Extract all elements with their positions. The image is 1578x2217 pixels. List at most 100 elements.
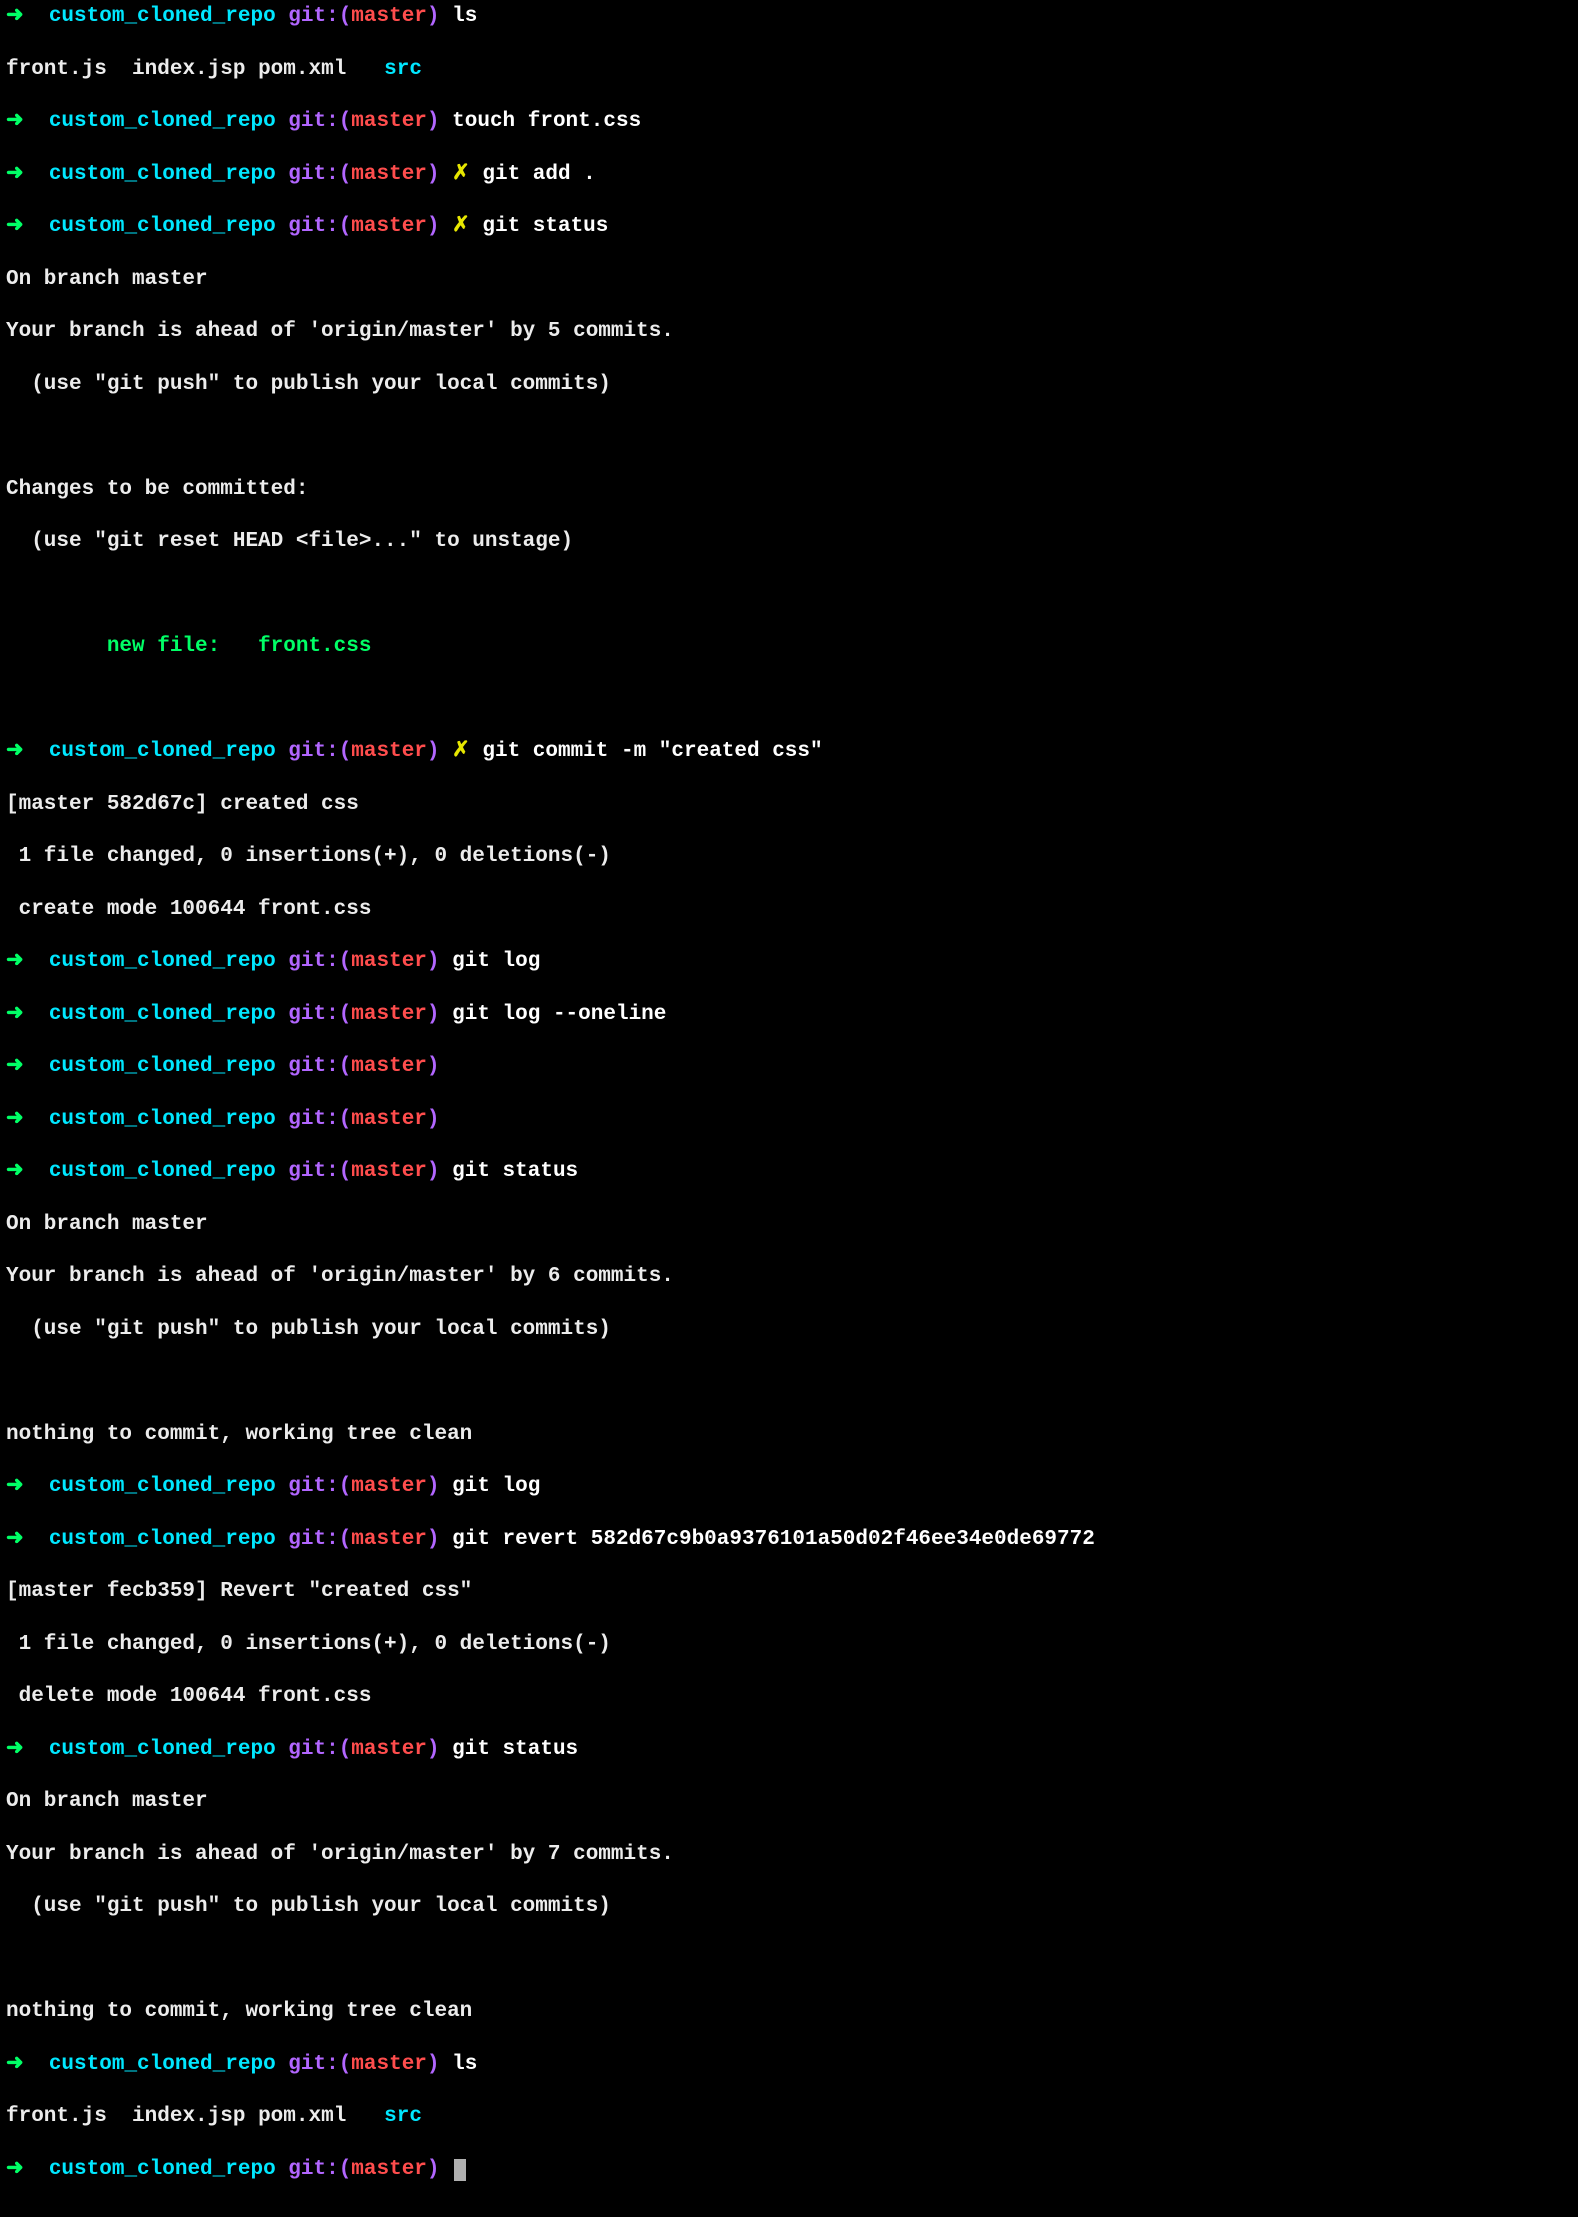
- dirty-flag-icon: ✗: [452, 215, 470, 238]
- git-label-close: ): [427, 740, 440, 763]
- git-branch: master: [351, 2158, 427, 2181]
- prompt-line: ➜ custom_cloned_repo git:(master) touch …: [6, 109, 1572, 135]
- prompt-dir: custom_cloned_repo: [49, 1528, 276, 1551]
- prompt-arrow-icon: ➜: [6, 5, 24, 28]
- command-text: git add .: [482, 163, 595, 186]
- git-label: git:(: [288, 5, 351, 28]
- prompt-dir: custom_cloned_repo: [49, 2158, 276, 2181]
- git-branch: master: [351, 740, 427, 763]
- git-label-close: ): [427, 1055, 440, 1078]
- output-line: Your branch is ahead of 'origin/master' …: [6, 319, 1572, 345]
- git-label-close: ): [427, 950, 440, 973]
- git-label-close: ): [427, 215, 440, 238]
- prompt-dir: custom_cloned_repo: [49, 215, 276, 238]
- ls-file: front.js: [6, 58, 107, 81]
- output-line: (use "git push" to publish your local co…: [6, 1317, 1572, 1343]
- prompt-line: ➜ custom_cloned_repo git:(master) git lo…: [6, 1002, 1572, 1028]
- git-label: git:(: [288, 1003, 351, 1026]
- output-text: Your branch is ahead of 'origin/master' …: [6, 320, 674, 343]
- output-text: 1 file changed, 0 insertions(+), 0 delet…: [6, 845, 611, 868]
- command-text: ls: [452, 2053, 477, 2076]
- prompt-arrow-icon: ➜: [6, 215, 24, 238]
- git-label: git:(: [288, 950, 351, 973]
- git-branch: master: [351, 1108, 427, 1131]
- prompt-dir: custom_cloned_repo: [49, 1475, 276, 1498]
- output-text: Your branch is ahead of 'origin/master' …: [6, 1843, 674, 1866]
- output-text: [master fecb359] Revert "created css": [6, 1580, 472, 1603]
- output-text: (use "git push" to publish your local co…: [6, 373, 611, 396]
- output-line: Your branch is ahead of 'origin/master' …: [6, 1264, 1572, 1290]
- output-line: [master fecb359] Revert "created css": [6, 1579, 1572, 1605]
- ls-output-line: front.js index.jsp pom.xml src: [6, 2104, 1572, 2130]
- output-text: On branch master: [6, 1213, 208, 1236]
- blank-line: [6, 687, 1572, 713]
- prompt-line: ➜ custom_cloned_repo git:(master): [6, 1107, 1572, 1133]
- ls-file: index.jsp: [132, 58, 245, 81]
- prompt-arrow-icon: ➜: [6, 1055, 24, 1078]
- output-text: Your branch is ahead of 'origin/master' …: [6, 1265, 674, 1288]
- prompt-dir: custom_cloned_repo: [49, 1108, 276, 1131]
- command-text: git status: [452, 1738, 578, 1761]
- git-label: git:(: [288, 740, 351, 763]
- git-branch: master: [351, 2053, 427, 2076]
- command-text: touch front.css: [452, 110, 641, 133]
- ls-dir: src: [384, 58, 422, 81]
- command-text: git log: [452, 1475, 540, 1498]
- git-branch: master: [351, 5, 427, 28]
- blank-line: [6, 1947, 1572, 1973]
- prompt-line: ➜ custom_cloned_repo git:(master) ls: [6, 4, 1572, 30]
- prompt-line: ➜ custom_cloned_repo git:(master) ls: [6, 2052, 1572, 2078]
- output-text: (use "git push" to publish your local co…: [6, 1318, 611, 1341]
- prompt-arrow-icon: ➜: [6, 2053, 24, 2076]
- prompt-arrow-icon: ➜: [6, 163, 24, 186]
- output-line: Changes to be committed:: [6, 477, 1572, 503]
- output-text: Changes to be committed:: [6, 478, 308, 501]
- prompt-dir: custom_cloned_repo: [49, 1003, 276, 1026]
- prompt-line: ➜ custom_cloned_repo git:(master) git st…: [6, 1159, 1572, 1185]
- output-line: nothing to commit, working tree clean: [6, 1999, 1572, 2025]
- prompt-dir: custom_cloned_repo: [49, 1055, 276, 1078]
- output-line: (use "git push" to publish your local co…: [6, 372, 1572, 398]
- terminal[interactable]: ➜ custom_cloned_repo git:(master) ls fro…: [0, 0, 1578, 2217]
- prompt-arrow-icon: ➜: [6, 1528, 24, 1551]
- command-text: git log: [452, 950, 540, 973]
- prompt-arrow-icon: ➜: [6, 1108, 24, 1131]
- staged-file-line: new file: front.css: [6, 634, 1572, 660]
- output-text: nothing to commit, working tree clean: [6, 2000, 472, 2023]
- cursor-icon[interactable]: [454, 2159, 466, 2181]
- prompt-arrow-icon: ➜: [6, 110, 24, 133]
- output-line: Your branch is ahead of 'origin/master' …: [6, 1842, 1572, 1868]
- command-text: git log --oneline: [452, 1003, 666, 1026]
- output-text: 1 file changed, 0 insertions(+), 0 delet…: [6, 1633, 611, 1656]
- ls-file: front.js: [6, 2105, 107, 2128]
- blank-line: [6, 582, 1572, 608]
- output-text: On branch master: [6, 1790, 208, 1813]
- output-line: create mode 100644 front.css: [6, 897, 1572, 923]
- git-label-close: ): [427, 1528, 440, 1551]
- git-label: git:(: [288, 215, 351, 238]
- output-line: 1 file changed, 0 insertions(+), 0 delet…: [6, 1632, 1572, 1658]
- prompt-arrow-icon: ➜: [6, 740, 24, 763]
- git-branch: master: [351, 215, 427, 238]
- git-label-close: ): [427, 2158, 440, 2181]
- git-branch: master: [351, 110, 427, 133]
- git-label-close: ): [427, 1738, 440, 1761]
- output-text: (use "git push" to publish your local co…: [6, 1895, 611, 1918]
- git-branch: master: [351, 950, 427, 973]
- blank-line: [6, 424, 1572, 450]
- prompt-line: ➜ custom_cloned_repo git:(master) git st…: [6, 1737, 1572, 1763]
- git-label: git:(: [288, 1475, 351, 1498]
- git-label-close: ): [427, 5, 440, 28]
- output-line: On branch master: [6, 267, 1572, 293]
- output-line: (use "git reset HEAD <file>..." to unsta…: [6, 529, 1572, 555]
- prompt-arrow-icon: ➜: [6, 2158, 24, 2181]
- prompt-line: ➜ custom_cloned_repo git:(master) ✗ git …: [6, 214, 1572, 240]
- output-text: create mode 100644 front.css: [6, 898, 371, 921]
- output-text: On branch master: [6, 268, 208, 291]
- prompt-dir: custom_cloned_repo: [49, 950, 276, 973]
- git-label: git:(: [288, 163, 351, 186]
- blank-line: [6, 1369, 1572, 1395]
- output-line: On branch master: [6, 1212, 1572, 1238]
- git-label-close: ): [427, 1475, 440, 1498]
- git-label: git:(: [288, 1738, 351, 1761]
